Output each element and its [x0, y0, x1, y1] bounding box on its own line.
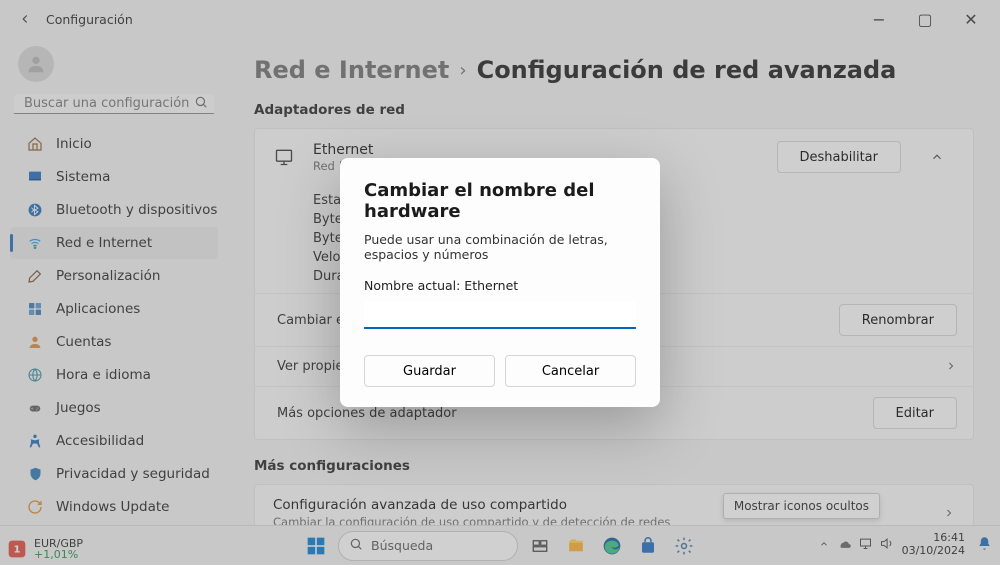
save-button[interactable]: Guardar [364, 355, 495, 387]
dialog-current-name: Nombre actual: Ethernet [364, 278, 636, 293]
modal-overlay: Cambiar el nombre del hardware Puede usa… [0, 0, 1000, 565]
cancel-button[interactable]: Cancelar [505, 355, 636, 387]
dialog-description: Puede usar una combinación de letras, es… [364, 232, 636, 262]
hardware-name-input[interactable] [364, 301, 636, 329]
dialog-title: Cambiar el nombre del hardware [364, 180, 636, 222]
rename-hardware-dialog: Cambiar el nombre del hardware Puede usa… [340, 158, 660, 407]
